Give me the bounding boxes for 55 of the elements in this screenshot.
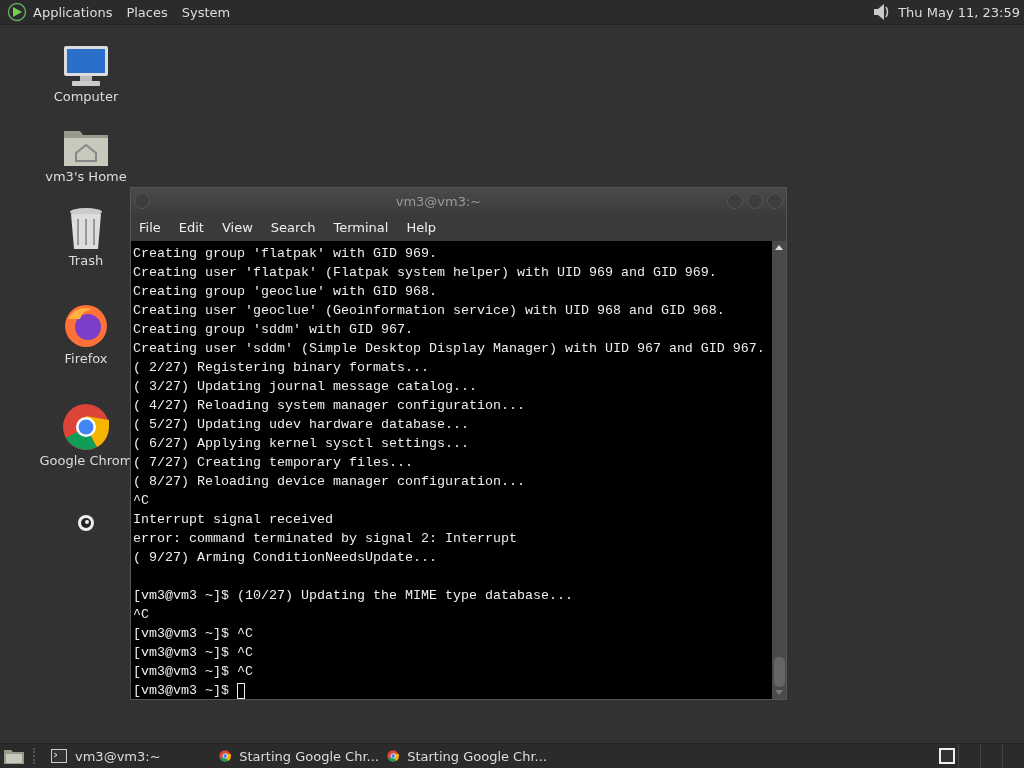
terminal-line: ( 7/27) Creating temporary files... — [133, 454, 413, 472]
chrome-icon[interactable] — [62, 403, 110, 451]
terminal-line: [vm3@vm3 ~]$ ^C — [133, 663, 253, 681]
terminal-line: ( 5/27) Updating udev hardware database... — [133, 416, 469, 434]
panel-menu[interactable]: Applications — [33, 4, 113, 20]
show-desktop-icon[interactable] — [3, 747, 25, 765]
terminal-line: Creating user 'geoclue' (Geoinformation service) with UID 968 and GID 968. — [133, 302, 725, 320]
terminal-line: error: command terminated by signal 2: Interrupt — [133, 530, 517, 548]
desktop-icon-label[interactable]: Trash — [68, 253, 104, 268]
menu-item[interactable]: Edit — [178, 220, 204, 235]
clock[interactable]: Thu May 11, 23:59 — [898, 4, 1020, 20]
menu-item[interactable]: Terminal — [333, 220, 389, 235]
menu-item[interactable]: Search — [270, 220, 316, 235]
terminal-line: ( 6/27) Applying kernel sysctl settings... — [133, 435, 469, 453]
terminal-line: ( 4/27) Reloading system manager configuration... — [133, 397, 525, 415]
taskbar-button[interactable]: Starting Google Chr... — [383, 748, 551, 764]
scrollbar[interactable] — [772, 241, 786, 699]
volume-icon[interactable] — [872, 2, 891, 22]
panel-menu[interactable]: System — [181, 4, 231, 20]
terminal-line: Creating user 'sddm' (Simple Desktop Display Manager) with UID 967 and GID 967. — [133, 340, 765, 358]
terminal-line: Interrupt signal received — [133, 511, 333, 529]
menu-logo-icon[interactable] — [7, 2, 27, 22]
computer-icon[interactable] — [62, 45, 110, 87]
terminal-line: ( 8/27) Reloading device manager configuration... — [133, 473, 525, 491]
terminal-line: Creating group 'geoclue' with GID 968. — [133, 283, 437, 301]
terminal-line: Creating group 'sddm' with GID 967. — [133, 321, 413, 339]
menu-item[interactable]: View — [221, 220, 253, 235]
terminal-icon — [51, 749, 67, 763]
taskbar-button[interactable]: vm3@vm3:~ — [47, 748, 215, 764]
terminal-line: ( 3/27) Updating journal message catalog... — [133, 378, 477, 396]
trash-icon[interactable] — [68, 207, 104, 251]
desktop-icon-label[interactable]: Firefox — [64, 351, 108, 366]
window-title: vm3@vm3:~ — [394, 193, 483, 209]
terminal-line: ( 2/27) Registering binary formats... — [133, 359, 429, 377]
terminal-line: [vm3@vm3 ~]$ ^C — [133, 625, 253, 643]
terminal-line: ^C — [133, 606, 149, 624]
scroll-up-icon[interactable] — [774, 243, 784, 251]
terminal-line: Creating group 'flatpak' with GID 969. — [133, 245, 437, 263]
terminal-line: [vm3@vm3 ~]$ ^C — [133, 644, 253, 662]
panel-menu[interactable]: Places — [126, 4, 168, 20]
desktop-icon-label[interactable]: vm3's Home — [45, 169, 127, 184]
chrome-icon — [387, 748, 400, 764]
disc-icon[interactable] — [76, 513, 96, 533]
taskbar-button[interactable]: Starting Google Chr... — [215, 748, 383, 764]
menu-item[interactable]: File — [139, 220, 161, 235]
scrollbar-thumb[interactable] — [773, 657, 785, 687]
terminal-line: [vm3@vm3 ~]$ — [133, 682, 229, 699]
menu-item[interactable]: Help — [406, 220, 437, 235]
firefox-icon[interactable] — [63, 303, 109, 349]
terminal-line: ( 9/27) Arming ConditionNeedsUpdate... — [133, 549, 437, 567]
terminal-line: [vm3@vm3 ~]$ (10/27) Updating the MIME type database... — [133, 587, 573, 605]
chrome-icon — [219, 748, 232, 764]
terminal-line: ^C — [133, 492, 149, 510]
desktop-icon-label[interactable]: Computer — [53, 89, 119, 104]
terminal-line: Creating user 'flatpak' (Flatpak system helper) with UID 969 and GID 969. — [133, 264, 717, 282]
